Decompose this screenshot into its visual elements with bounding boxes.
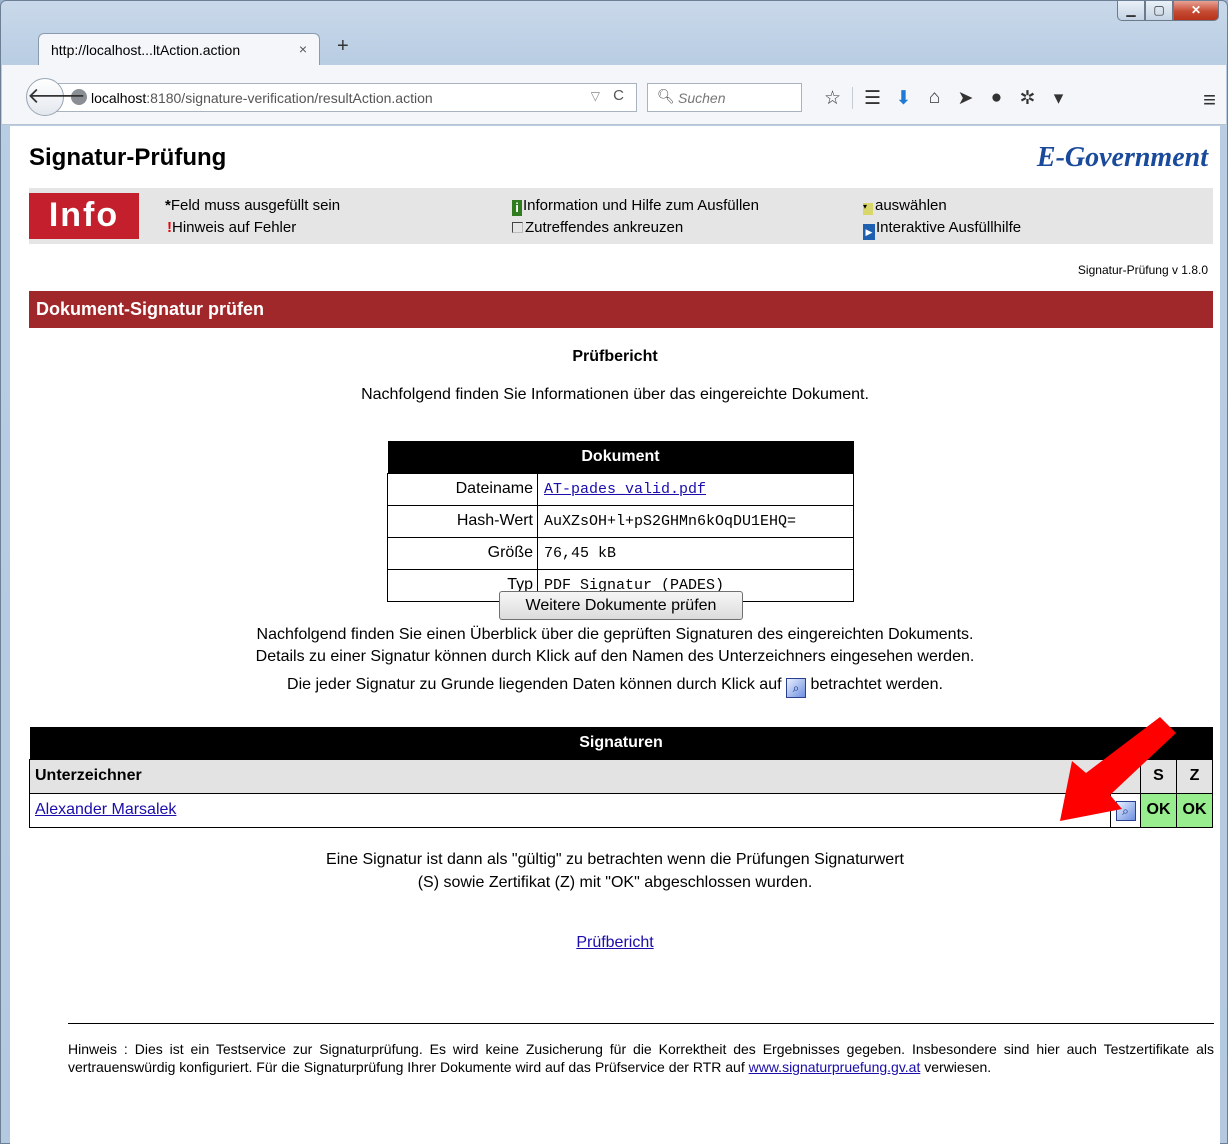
signatures-table: Signaturen Unterzeichner S Z Alexander M… [29,727,1213,828]
legend-error-label: Hinweis auf Fehler [172,219,297,236]
view-data-icon: ⌕ [786,678,806,698]
toolbar-icons: ☆ ☰ ⬇ ⌂ ➤ ● ✲ ▾ [817,87,1074,110]
version-label: Signatur-Prüfung v 1.8.0 [1077,263,1208,277]
window-controls: ▁ ▢ ✕ [1117,1,1219,21]
signatures-column-header: Unterzeichner S Z [29,758,1213,794]
legend-info-label: Information und Hilfe zum Ausfüllen [523,197,759,214]
table-row: Alexander Marsalek ⌕ OK OK [29,792,1213,828]
legend-interactive-label: Interaktive Ausfüllhilfe [876,219,1022,236]
back-button[interactable]: 🡐 [26,78,86,116]
table-row: Hash-Wert AuXZsOH+l+pS2GHMn6kOqDU1EHQ= [387,504,854,538]
legend-info: i Information und Hilfe zum Ausfüllen [512,197,759,216]
send-icon[interactable]: ➤ [950,87,981,110]
legend-required: *Feld muss ausgefüllt sein [165,197,340,214]
maximize-button[interactable]: ▢ [1145,1,1173,21]
valid-note-line-1: Eine Signatur ist dann als "gültig" zu b… [326,851,904,868]
footer-link[interactable]: www.signaturpruefung.gv.at [749,1059,921,1075]
legend-required-label: Feld muss ausgefüllt sein [170,197,341,214]
hamburger-menu-icon[interactable]: ≡ [1203,87,1216,113]
address-bar[interactable]: localhost:8180/signature-verification/re… [52,83,637,112]
doc-key: Dateiname [387,472,538,506]
separator [852,87,853,109]
search-icon: 🔍︎ [657,88,675,104]
new-tab-button[interactable]: + [337,35,349,58]
search-placeholder: Suchen [678,90,726,106]
checkbox-icon [512,222,523,233]
legend-error: !Hinweis auf Fehler [167,219,296,236]
reading-list-icon[interactable]: ☰ [857,87,888,110]
footer-text: Hinweis : Dies ist ein Testservice zur S… [68,1041,1214,1075]
signer-cell: Alexander Marsalek [29,792,1111,828]
egov-logo: E-Government [1036,142,1208,173]
more-documents-button[interactable]: Weitere Dokumente prüfen [499,591,743,620]
browser-window: ▁ ▢ ✕ http://localhost...ltAction.action… [0,0,1228,1144]
footer-end: verwiesen. [924,1059,992,1075]
url-host: localhost [91,90,147,106]
doc-value: AuXZsOH+l+pS2GHMn6kOqDU1EHQ= [537,504,854,538]
info-logo: Info [29,193,139,239]
legend-select: ▾ auswählen [863,197,947,215]
overview-line-3: Die jeder Signatur zu Grunde liegenden D… [10,676,1220,698]
signatures-table-header: Signaturen [29,727,1213,759]
tab-title: http://localhost...ltAction.action [51,42,241,58]
interactive-help-icon: ▶ [863,224,875,240]
doc-key: Hash-Wert [387,504,538,538]
select-arrow-icon: ▾ [863,203,873,215]
col-z: Z [1176,758,1213,794]
chat-icon[interactable]: ● [981,87,1012,110]
table-row: Größe 76,45 kB [387,536,854,570]
close-window-button[interactable]: ✕ [1173,1,1219,21]
overflow-chevron-icon[interactable]: ▾ [1043,87,1074,110]
table-row: Dateiname AT-pades_valid.pdf [387,472,854,506]
page-content: Signatur-Prüfung E-Government Info *Feld… [10,126,1220,1144]
doc-filename-cell: AT-pades_valid.pdf [537,472,854,506]
document-table: Dokument Dateiname AT-pades_valid.pdf Ha… [387,441,854,602]
info-help-icon: i [512,200,522,216]
overview-line-3a: Die jeder Signatur zu Grunde liegenden D… [287,676,782,693]
annotation-arrow-icon [1060,717,1176,821]
search-input[interactable]: 🔍︎ Suchen [647,83,802,112]
footer-note: Hinweis : Dies ist ein Testservice zur S… [68,1040,1214,1076]
report-link-row: Prüfbericht [10,934,1220,952]
legend-interactive: ▶ Interaktive Ausfüllhilfe [863,219,1021,240]
url-path: :8180/signature-verification/resultActio… [146,90,433,106]
report-link[interactable]: Prüfbericht [576,934,653,951]
extension-icon[interactable]: ✲ [1012,87,1043,110]
section-header: Dokument-Signatur prüfen [29,291,1213,328]
minimize-button[interactable]: ▁ [1117,1,1145,21]
download-icon[interactable]: ⬇ [888,87,919,110]
valid-note-line-2: (S) sowie Zertifikat (Z) mit "OK" abgesc… [417,874,813,891]
home-icon[interactable]: ⌂ [919,87,950,110]
doc-value: 76,45 kB [537,536,854,570]
overview-line-3b: betrachtet werden. [810,676,943,693]
divider [68,1023,1214,1024]
legend-checkbox-label: Zutreffendes ankreuzen [525,219,684,236]
bookmark-star-icon[interactable]: ☆ [817,87,848,110]
document-table-header: Dokument [387,441,854,473]
overview-line-2: Details zu einer Signatur können durch K… [255,648,975,665]
report-heading: Prüfbericht [572,348,658,365]
intro-text: Nachfolgend finden Sie Informationen übe… [361,386,869,403]
overview-line-1: Nachfolgend finden Sie einen Überblick ü… [256,626,974,643]
legend-select-label: auswählen [875,197,947,214]
status-z-ok: OK [1176,792,1213,828]
filename-link[interactable]: AT-pades_valid.pdf [544,481,706,498]
browser-tab[interactable]: http://localhost...ltAction.action × [38,33,320,65]
info-legend-bar: Info *Feld muss ausgefüllt sein !Hinweis… [29,188,1213,244]
tab-close-icon[interactable]: × [299,41,307,57]
page-title: Signatur-Prüfung [29,144,227,171]
navigation-bar: 🡐 localhost:8180/signature-verification/… [2,65,1226,125]
dropdown-arrow-icon[interactable]: ▽ [591,89,600,103]
signer-link[interactable]: Alexander Marsalek [35,801,176,818]
legend-checkbox: Zutreffendes ankreuzen [512,219,683,236]
doc-key: Größe [387,536,538,570]
reload-icon[interactable]: C [613,87,624,104]
col-signer: Unterzeichner [29,758,1141,794]
